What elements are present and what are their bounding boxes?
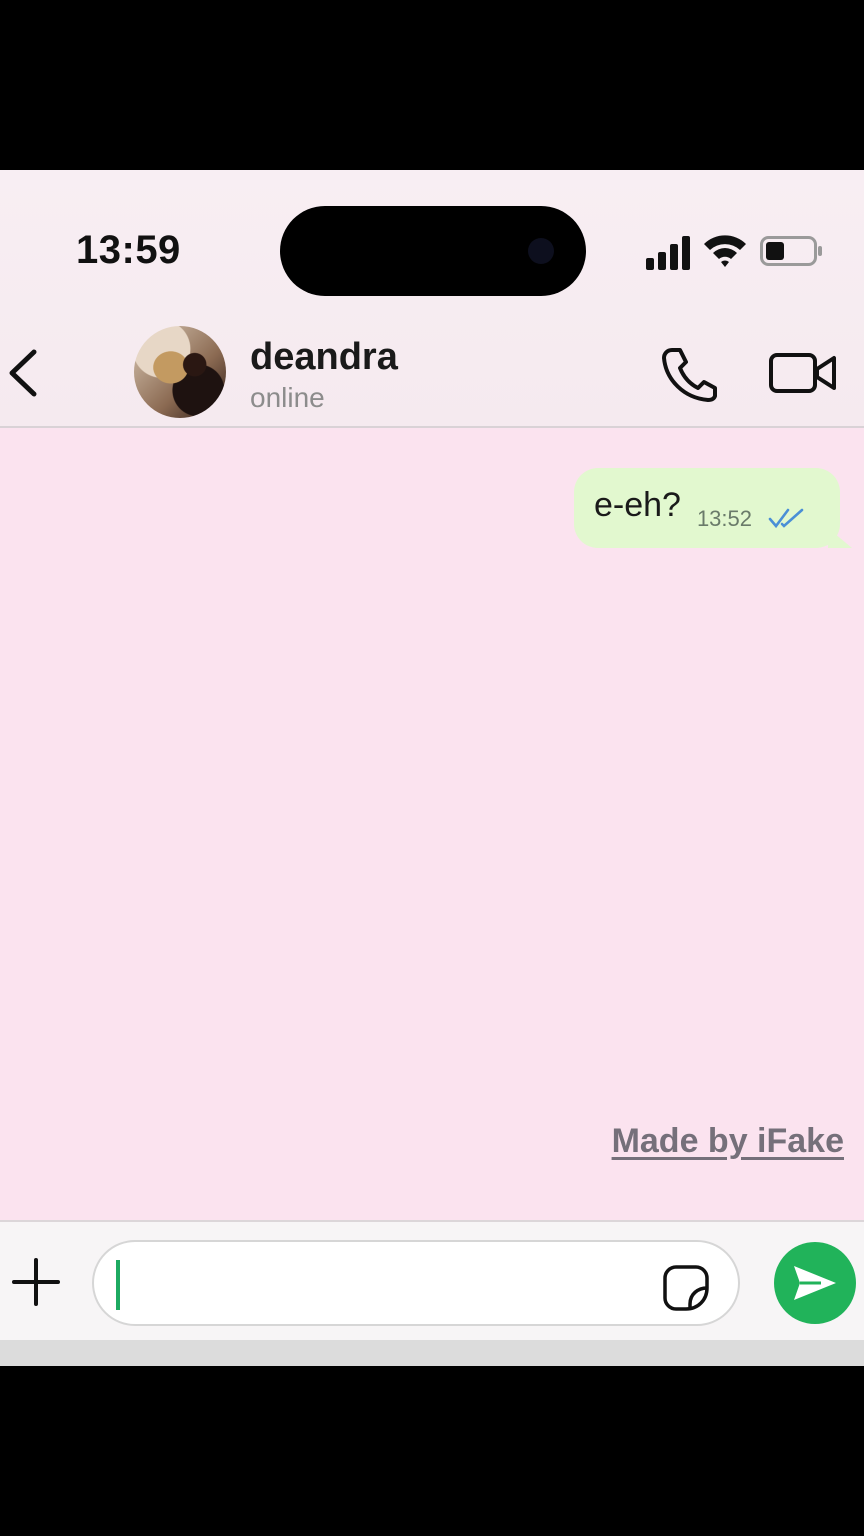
read-receipt-icon	[768, 508, 804, 529]
wifi-icon	[704, 235, 746, 267]
camera-dot	[528, 238, 554, 264]
text-caret	[116, 1260, 120, 1310]
battery-icon	[760, 236, 822, 266]
send-icon	[794, 1266, 836, 1300]
watermark: Made by iFake	[611, 1122, 844, 1160]
message-text: e-eh?	[593, 485, 681, 524]
top-bar: 13:59 deandra online	[0, 170, 864, 428]
plus-icon[interactable]	[10, 1256, 62, 1308]
bottom-strip	[0, 1340, 864, 1366]
contact-status: online	[250, 382, 325, 413]
video-camera-icon[interactable]	[768, 350, 838, 396]
chat-area[interactable]: e-eh? 13:52 Made by iFake	[0, 428, 864, 1220]
message-input[interactable]	[92, 1240, 740, 1326]
status-time: 13:59	[76, 228, 181, 272]
avatar[interactable]	[134, 326, 226, 418]
dynamic-island	[280, 206, 586, 296]
message-bubble-outgoing[interactable]: e-eh? 13:52	[573, 468, 840, 548]
signal-icon	[646, 236, 692, 270]
send-button[interactable]	[774, 1242, 856, 1324]
phone-screen: 13:59 deandra online e-eh? 13:52 Made by…	[0, 170, 864, 1366]
composer-bar	[0, 1220, 864, 1340]
contact-name[interactable]: deandra	[250, 336, 398, 379]
phone-icon[interactable]	[660, 346, 718, 402]
back-chevron-icon[interactable]	[4, 348, 44, 398]
message-time: 13:52	[696, 506, 752, 531]
sticker-icon[interactable]	[662, 1264, 710, 1312]
